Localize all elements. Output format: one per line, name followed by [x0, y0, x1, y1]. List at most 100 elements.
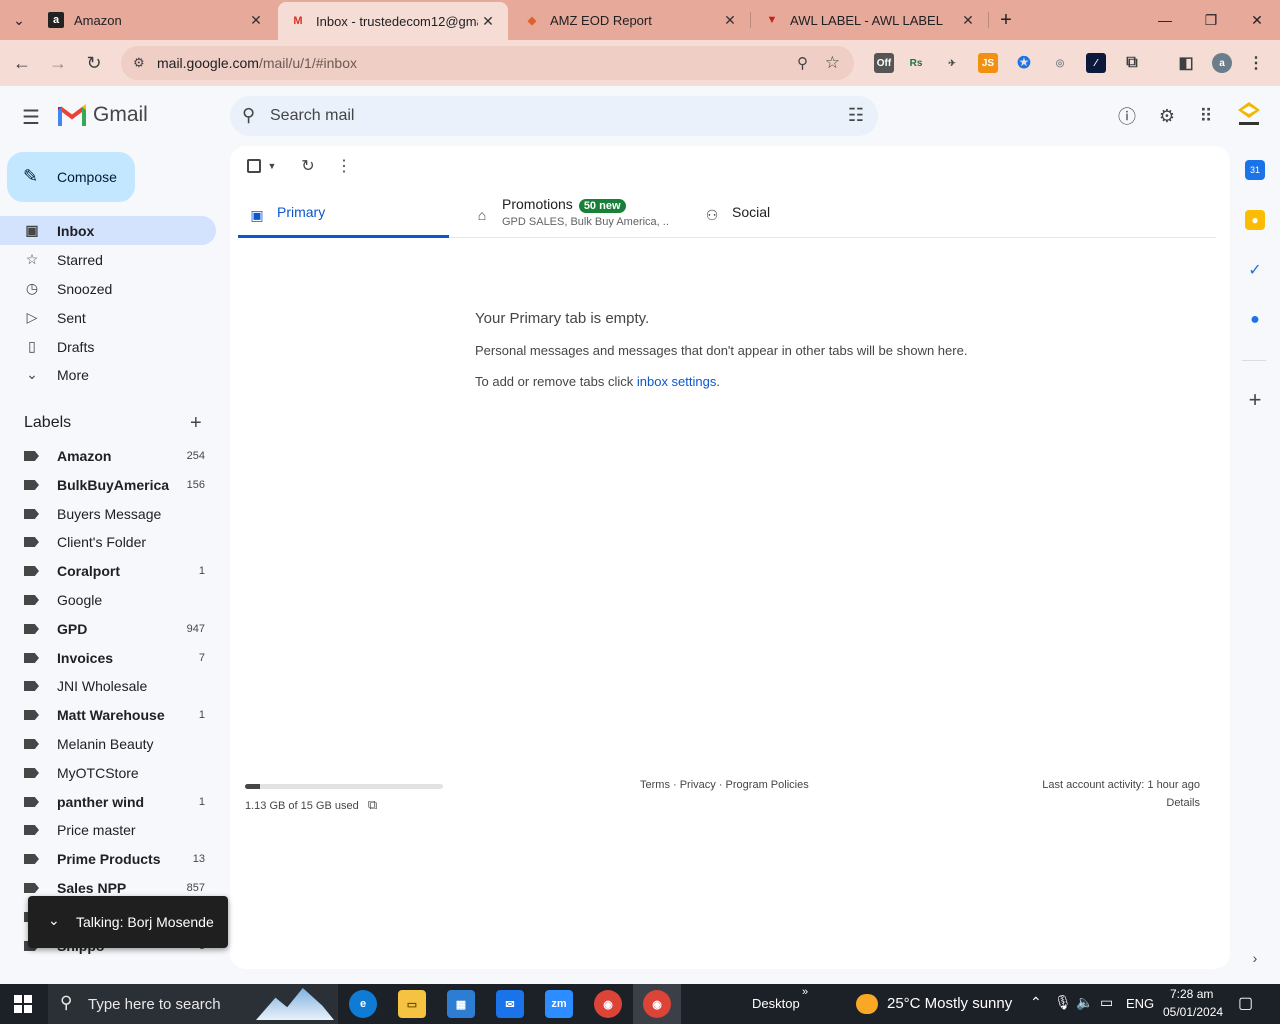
- footer-links[interactable]: Terms · Privacy · Program Policies: [640, 779, 809, 791]
- weather-text[interactable]: 25°C Mostly sunny: [887, 995, 1012, 1012]
- details-link[interactable]: Details: [1166, 797, 1200, 809]
- close-tab-icon[interactable]: ✕: [246, 12, 266, 29]
- hide-side-panel-icon[interactable]: ›: [1245, 948, 1265, 968]
- zoom-icon[interactable]: ⚲: [797, 54, 808, 72]
- chrome-profile-icon[interactable]: ◉: [594, 990, 622, 1018]
- extension-dark-icon[interactable]: ⁄: [1086, 53, 1106, 73]
- zoom-app-icon[interactable]: zm: [545, 990, 573, 1018]
- profile-avatar[interactable]: a: [1212, 53, 1232, 73]
- label-item[interactable]: Matt Warehouse 1: [0, 701, 216, 729]
- desktop-toolbar[interactable]: Desktop: [752, 996, 800, 1011]
- store-icon[interactable]: ▦: [447, 990, 475, 1018]
- label-item[interactable]: Melanin Beauty: [0, 730, 216, 758]
- restore-icon[interactable]: ❐: [1188, 0, 1234, 40]
- browser-tab-amazon[interactable]: a Amazon ✕: [36, 0, 276, 40]
- browser-tab-amz-eod[interactable]: ◆ AMZ EOD Report ✕: [512, 0, 750, 40]
- reload-icon[interactable]: ↻: [79, 48, 109, 78]
- open-storage-icon[interactable]: ⧉: [368, 797, 377, 812]
- nav-item-more[interactable]: ⌄ More: [0, 360, 216, 389]
- tab-social[interactable]: ⚇ Social: [693, 192, 893, 238]
- label-item[interactable]: panther wind 1: [0, 788, 216, 816]
- label-item[interactable]: Client's Folder: [0, 528, 216, 556]
- minimize-icon[interactable]: —: [1142, 0, 1188, 40]
- tab-search-icon[interactable]: ⌄: [4, 0, 34, 40]
- clock-time[interactable]: 7:28 am: [1170, 987, 1213, 1001]
- label-item[interactable]: Amazon 254: [0, 442, 216, 470]
- select-all-checkbox[interactable]: [244, 156, 264, 176]
- tab-primary[interactable]: ▣ Primary: [238, 192, 449, 238]
- search-options-icon[interactable]: ☷: [848, 105, 864, 126]
- weather-icon[interactable]: [856, 994, 878, 1014]
- label-item[interactable]: Coralport 1: [0, 557, 216, 585]
- site-info-icon[interactable]: ⚙: [133, 55, 145, 71]
- label-item[interactable]: Invoices 7: [0, 644, 216, 672]
- extensions-puzzle-icon[interactable]: ⧉: [1122, 53, 1142, 73]
- browser-tab-awl-label[interactable]: ▼ AWL LABEL - AWL LABEL ✕: [752, 0, 988, 40]
- help-icon[interactable]: ⓘ: [1115, 104, 1139, 128]
- new-tab-icon[interactable]: +: [990, 0, 1022, 40]
- get-addons-icon[interactable]: +: [1245, 387, 1265, 412]
- taskbar-search-input[interactable]: ⚲ Type here to search: [48, 984, 338, 1024]
- apps-grid-icon[interactable]: ⠿: [1194, 104, 1218, 128]
- close-tab-icon[interactable]: ✕: [958, 12, 978, 29]
- nav-item-sent[interactable]: ▷ Sent: [0, 303, 216, 332]
- close-tab-icon[interactable]: ✕: [478, 13, 498, 30]
- show-hidden-icons-icon[interactable]: ⌃: [1030, 994, 1042, 1011]
- language-indicator[interactable]: ENG: [1126, 996, 1154, 1011]
- file-explorer-icon[interactable]: ▭: [398, 990, 426, 1018]
- browser-tab-inbox[interactable]: M Inbox - trustedecom12@gmail. ✕: [278, 2, 508, 40]
- extension-js-icon[interactable]: JS: [978, 53, 998, 73]
- add-label-icon[interactable]: +: [190, 412, 202, 435]
- bookmark-star-icon[interactable]: ☆: [825, 53, 840, 73]
- volume-icon[interactable]: 🔈: [1076, 994, 1093, 1011]
- extension-globe-icon[interactable]: ◎: [1050, 53, 1070, 73]
- chrome-menu-icon[interactable]: ⋮: [1246, 53, 1266, 73]
- extension-off-icon[interactable]: Off: [874, 53, 894, 73]
- select-dropdown-icon[interactable]: ▼: [262, 156, 282, 176]
- close-window-icon[interactable]: ✕: [1234, 0, 1280, 40]
- label-item[interactable]: Price master: [0, 816, 216, 844]
- edge-icon[interactable]: e: [349, 990, 377, 1018]
- nav-item-inbox[interactable]: ▣ Inbox: [0, 216, 216, 245]
- chevron-down-icon[interactable]: ⌄: [48, 912, 60, 929]
- label-item[interactable]: JNI Wholesale: [0, 672, 216, 700]
- label-item[interactable]: Prime Products 13: [0, 845, 216, 873]
- tasks-icon[interactable]: ✓: [1245, 260, 1265, 280]
- microphone-icon[interactable]: 🎙: [1054, 994, 1072, 1011]
- inbox-settings-link[interactable]: inbox settings: [637, 374, 717, 389]
- account-logo[interactable]: [1236, 100, 1262, 130]
- calendar-icon[interactable]: 31: [1245, 160, 1265, 180]
- search-icon[interactable]: ⚲: [242, 105, 255, 126]
- gmail-logo[interactable]: Gmail: [58, 103, 148, 127]
- search-input[interactable]: ⚲ Search mail ☷: [230, 96, 878, 136]
- network-icon[interactable]: ▭: [1100, 994, 1113, 1011]
- nav-item-drafts[interactable]: ▯ Drafts: [0, 332, 216, 361]
- side-panel-icon[interactable]: ◧: [1176, 53, 1196, 73]
- extension-flag-icon[interactable]: ✈: [942, 53, 962, 73]
- label-item[interactable]: Google: [0, 586, 216, 614]
- compose-button[interactable]: ✎ Compose: [7, 152, 135, 202]
- label-item[interactable]: Buyers Message: [0, 500, 216, 528]
- label-item[interactable]: BulkBuyAmerica 156: [0, 471, 216, 499]
- extension-helm-icon[interactable]: ✪: [1014, 53, 1034, 73]
- call-toast[interactable]: ⌄ Talking: Borj Mosende: [28, 896, 228, 948]
- clock-date[interactable]: 05/01/2024: [1163, 1005, 1223, 1019]
- label-item[interactable]: MyOTCStore: [0, 759, 216, 787]
- back-icon[interactable]: ←: [7, 48, 37, 78]
- close-tab-icon[interactable]: ✕: [720, 12, 740, 29]
- chrome-icon[interactable]: ◉: [643, 990, 671, 1018]
- label-item[interactable]: GPD 947: [0, 615, 216, 643]
- mail-icon[interactable]: ✉: [496, 990, 524, 1018]
- contacts-icon[interactable]: ●: [1245, 310, 1265, 330]
- settings-gear-icon[interactable]: ⚙: [1155, 104, 1179, 128]
- refresh-icon[interactable]: ↻: [298, 156, 318, 176]
- extension-rs-icon[interactable]: Rs: [906, 53, 926, 73]
- forward-icon[interactable]: →: [43, 48, 73, 78]
- nav-item-snoozed[interactable]: ◷ Snoozed: [0, 274, 216, 303]
- nav-item-starred[interactable]: ☆ Starred: [0, 245, 216, 274]
- address-bar[interactable]: ⚙ mail.google.com/mail/u/1/#inbox ⚲ ☆: [121, 46, 854, 80]
- windows-start-icon[interactable]: [14, 995, 32, 1013]
- main-menu-icon[interactable]: ☰: [22, 105, 40, 130]
- keep-icon[interactable]: ●: [1245, 210, 1265, 230]
- notifications-icon[interactable]: ▢: [1238, 993, 1253, 1013]
